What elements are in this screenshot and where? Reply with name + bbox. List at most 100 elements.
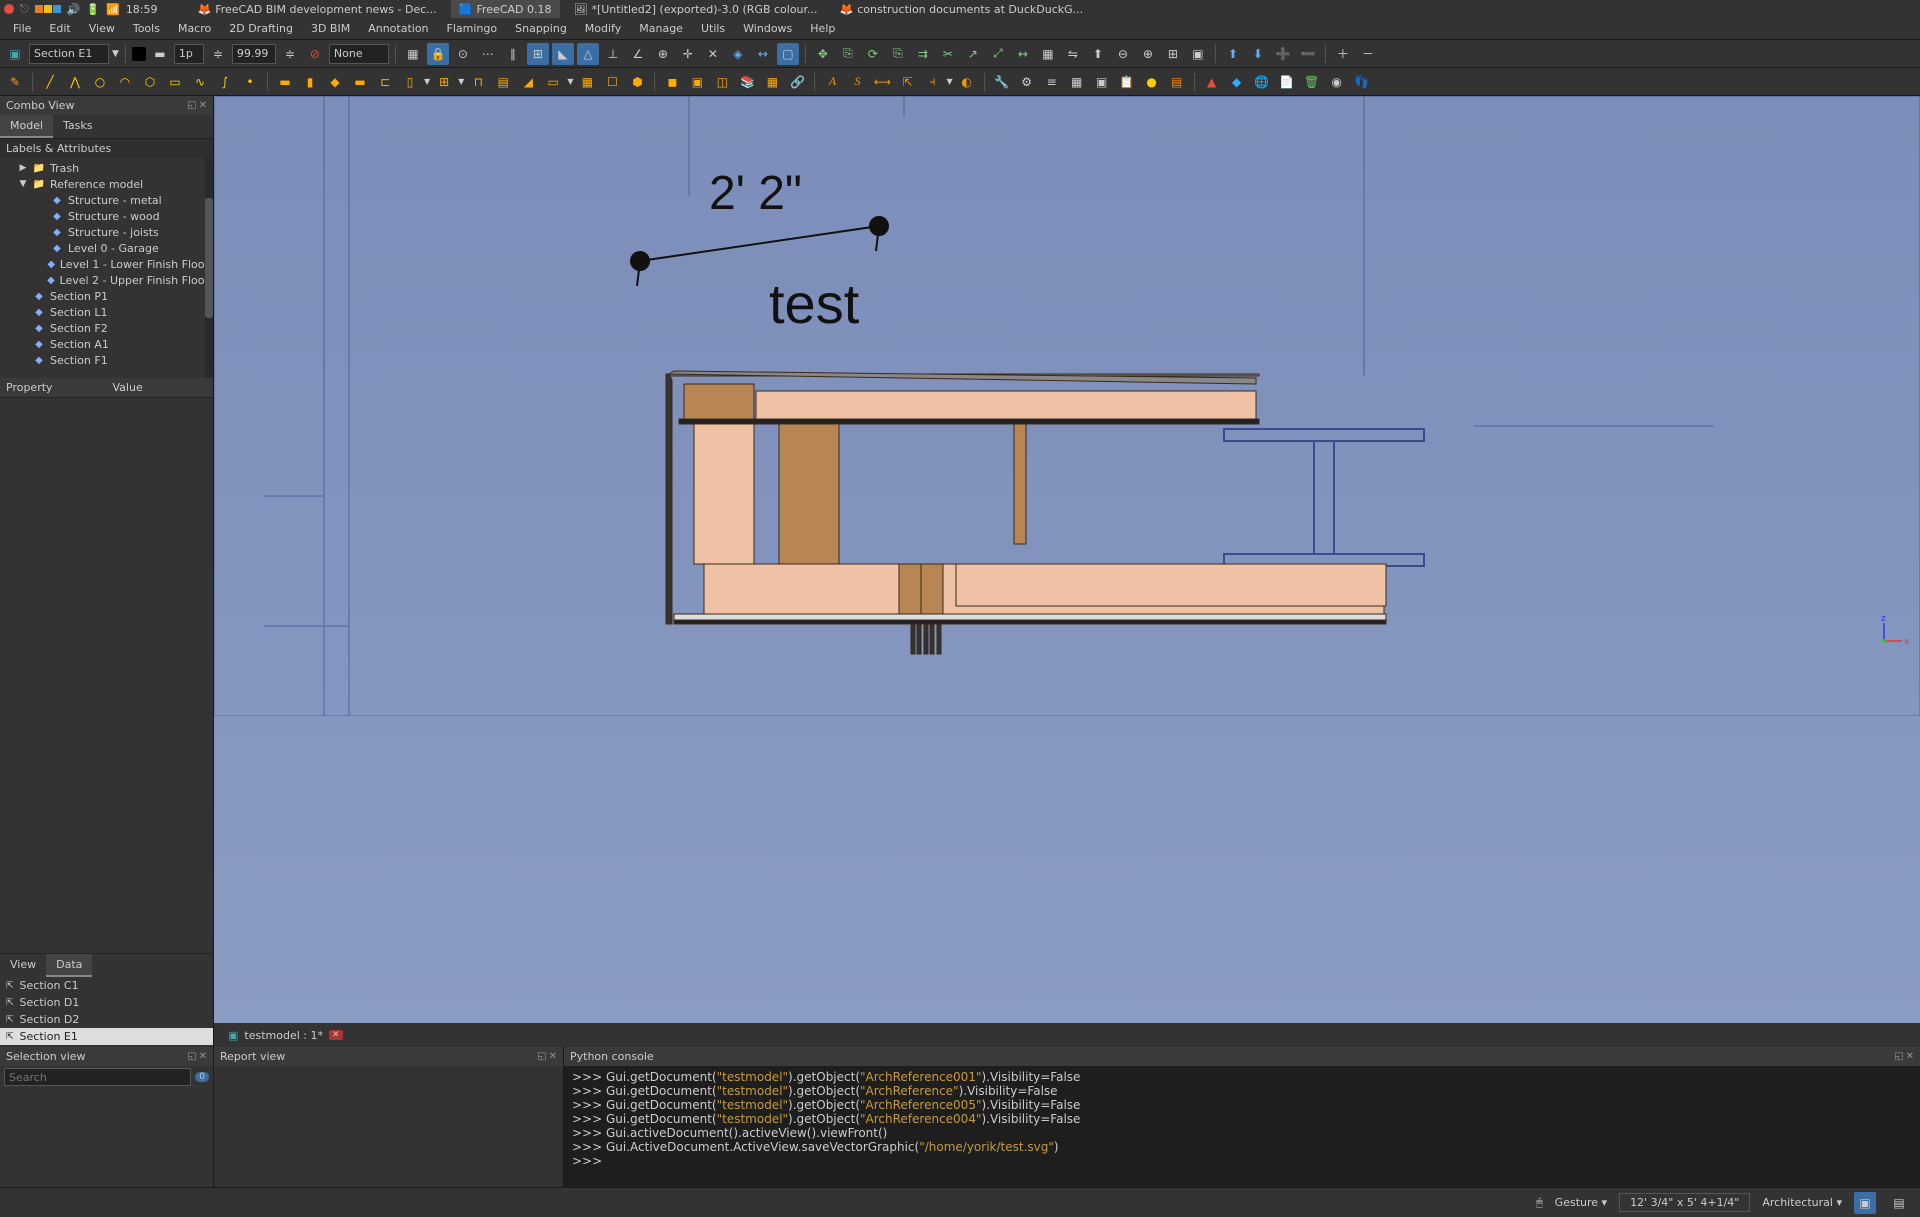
- wb-icon[interactable]: ▣: [4, 43, 26, 65]
- ifc-icon[interactable]: ▣: [1091, 71, 1113, 93]
- snap-special-icon[interactable]: ◈: [727, 43, 749, 65]
- status-btn-2[interactable]: ▤: [1888, 1192, 1910, 1214]
- wrench-icon[interactable]: 🔧: [991, 71, 1013, 93]
- tree-item[interactable]: ◆Section L1: [0, 304, 213, 320]
- close-icon[interactable]: ✕: [199, 100, 207, 111]
- rect-icon[interactable]: ▭: [164, 71, 186, 93]
- tree-item[interactable]: ◆Structure - metal: [0, 192, 213, 208]
- snap-near-icon[interactable]: ⊙: [452, 43, 474, 65]
- snap-perp-icon[interactable]: ⊥: [602, 43, 624, 65]
- offset-icon[interactable]: ⇉: [912, 43, 934, 65]
- menu-edit[interactable]: Edit: [42, 20, 77, 37]
- snap-end-icon[interactable]: ◣: [552, 43, 574, 65]
- plus-icon[interactable]: ＋: [1332, 43, 1354, 65]
- python-console-body[interactable]: >>> Gui.getDocument("testmodel").getObje…: [564, 1066, 1920, 1187]
- menu-macro[interactable]: Macro: [171, 20, 218, 37]
- color-swatch[interactable]: [132, 47, 146, 61]
- add-icon[interactable]: ➕: [1272, 43, 1294, 65]
- undock-icon[interactable]: ◱: [537, 1051, 546, 1062]
- rotate-icon[interactable]: ⟳: [862, 43, 884, 65]
- space-icon[interactable]: ☐: [601, 71, 623, 93]
- win-icon[interactable]: ⊞: [433, 71, 455, 93]
- stepper-icon[interactable]: ≑: [207, 43, 229, 65]
- classify-icon[interactable]: 📋: [1116, 71, 1138, 93]
- tab-tasks[interactable]: Tasks: [53, 115, 102, 138]
- close-icon[interactable]: ✕: [1906, 1051, 1914, 1062]
- lib-icon[interactable]: 📚: [736, 71, 758, 93]
- snap-parallel-icon[interactable]: ∥: [502, 43, 524, 65]
- point-icon[interactable]: •: [239, 71, 261, 93]
- task-tab-3[interactable]: 🦊construction documents at DuckDuckG...: [832, 0, 1092, 18]
- menu-2d-drafting[interactable]: 2D Drafting: [222, 20, 300, 37]
- wins-icon[interactable]: ▦: [1066, 71, 1088, 93]
- stepper-icon[interactable]: ≑: [279, 43, 301, 65]
- tab-model[interactable]: Model: [0, 115, 53, 138]
- model-tree[interactable]: ▶📁Trash▼📁Reference model◆Structure - met…: [0, 158, 213, 378]
- circle-icon[interactable]: ○: [89, 71, 111, 93]
- slab-icon[interactable]: ▬: [349, 71, 371, 93]
- arc-icon[interactable]: ◠: [114, 71, 136, 93]
- move-icon[interactable]: ✥: [812, 43, 834, 65]
- page-icon[interactable]: 📄: [1276, 71, 1298, 93]
- snap-lock-icon[interactable]: 🔒: [427, 43, 449, 65]
- alt-icon[interactable]: ◆: [1226, 71, 1248, 93]
- section-select[interactable]: [29, 44, 109, 64]
- material-icon[interactable]: ●: [1141, 71, 1163, 93]
- box-icon[interactable]: ◼: [661, 71, 683, 93]
- menu-utils[interactable]: Utils: [694, 20, 732, 37]
- sketch-icon[interactable]: ✎: [4, 71, 26, 93]
- menu-snapping[interactable]: Snapping: [508, 20, 574, 37]
- tree-item[interactable]: ◆Section F1: [0, 352, 213, 368]
- trash-icon[interactable]: 🗑: [1301, 71, 1323, 93]
- menu-view[interactable]: View: [82, 20, 122, 37]
- close-dot[interactable]: [4, 4, 14, 14]
- upgrade-icon[interactable]: ⬆: [1222, 43, 1244, 65]
- comp-icon[interactable]: ▦: [761, 71, 783, 93]
- section-list-item[interactable]: ⇱Section D1: [0, 994, 213, 1011]
- ref-icon[interactable]: 🔗: [786, 71, 808, 93]
- menu-help[interactable]: Help: [803, 20, 842, 37]
- scale-input[interactable]: [232, 44, 276, 64]
- nav-style-icon[interactable]: 🖱: [1536, 1196, 1543, 1210]
- snap-int-icon[interactable]: ✕: [702, 43, 724, 65]
- beam-icon[interactable]: ◆: [324, 71, 346, 93]
- section-list-item[interactable]: ⇱Section C1: [0, 977, 213, 994]
- size-input[interactable]: [174, 44, 204, 64]
- menu-modify[interactable]: Modify: [578, 20, 628, 37]
- stairs-icon[interactable]: ▤: [492, 71, 514, 93]
- style-input[interactable]: [329, 44, 389, 64]
- tree-item[interactable]: ◆Section P1: [0, 288, 213, 304]
- units-select[interactable]: Architectural ▾: [1762, 1196, 1842, 1209]
- section-icon[interactable]: ◐: [956, 71, 978, 93]
- extrude-icon[interactable]: ⬆: [1087, 43, 1109, 65]
- snap-ortho-icon[interactable]: ✛: [677, 43, 699, 65]
- downgrade-icon[interactable]: ⬇: [1247, 43, 1269, 65]
- snap-center-icon[interactable]: ⊕: [652, 43, 674, 65]
- section-list[interactable]: ⇱Section C1⇱Section D1⇱Section D2⇱Sectio…: [0, 977, 213, 1047]
- nav-style-select[interactable]: Gesture ▾: [1555, 1196, 1607, 1209]
- axis-icon[interactable]: ⫞: [921, 71, 943, 93]
- levels-icon[interactable]: ≡: [1041, 71, 1063, 93]
- trim-icon[interactable]: ✂: [937, 43, 959, 65]
- grid-icon[interactable]: ▦: [402, 43, 424, 65]
- equip-icon[interactable]: ⬢: [626, 71, 648, 93]
- tree-scrollbar[interactable]: [205, 158, 213, 378]
- schedule-icon[interactable]: ▤: [1166, 71, 1188, 93]
- task-tab-0[interactable]: 🦊FreeCAD BIM development news - Dec...: [190, 0, 445, 18]
- snap-mid-icon[interactable]: △: [577, 43, 599, 65]
- simple-copy-icon[interactable]: ▣: [1187, 43, 1209, 65]
- menu-file[interactable]: File: [6, 20, 38, 37]
- status-btn-1[interactable]: ▣: [1854, 1192, 1876, 1214]
- poly-icon[interactable]: ⬡: [139, 71, 161, 93]
- line-icon[interactable]: ╱: [39, 71, 61, 93]
- builder-icon[interactable]: ▣: [686, 71, 708, 93]
- tab-data[interactable]: Data: [46, 954, 92, 977]
- tree-item[interactable]: ◆Structure - wood: [0, 208, 213, 224]
- door-icon[interactable]: ▯: [399, 71, 421, 93]
- preflight-icon[interactable]: ▲: [1201, 71, 1223, 93]
- tab-view[interactable]: View: [0, 954, 46, 977]
- compound-icon[interactable]: ⊞: [1162, 43, 1184, 65]
- selection-search-input[interactable]: [4, 1068, 191, 1086]
- diff-icon[interactable]: ⊖: [1112, 43, 1134, 65]
- text-icon[interactable]: A: [821, 71, 843, 93]
